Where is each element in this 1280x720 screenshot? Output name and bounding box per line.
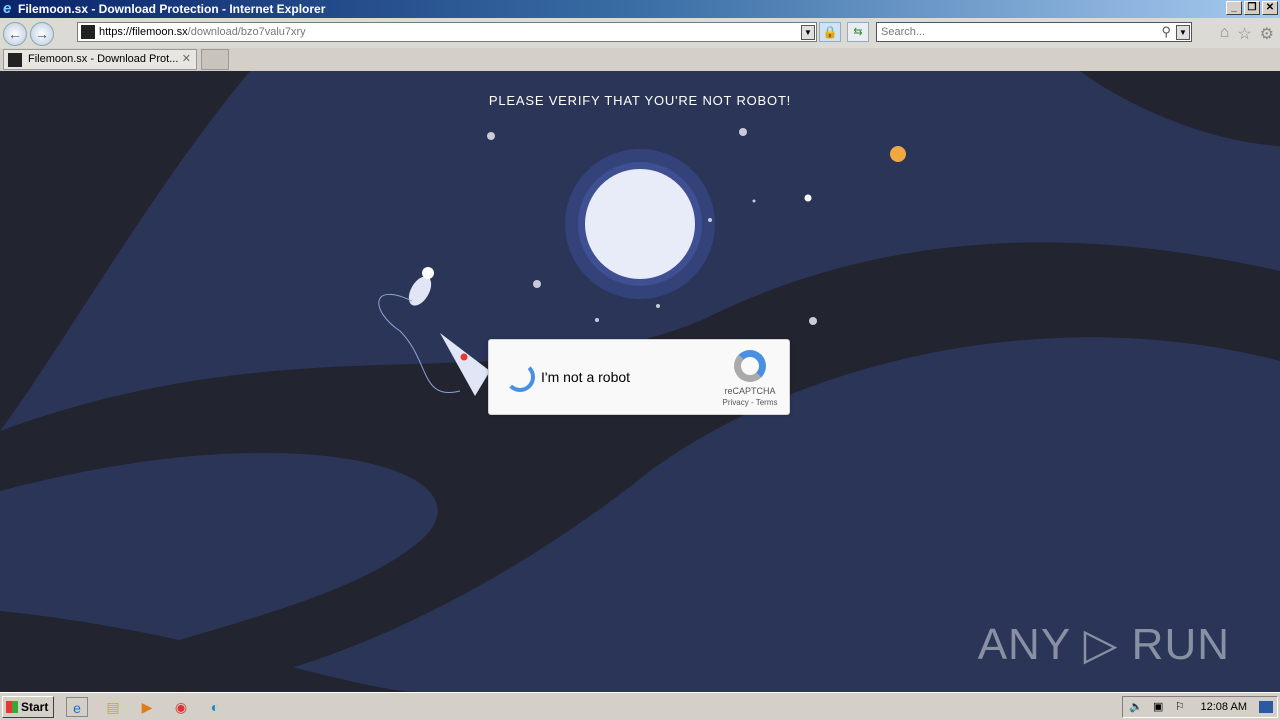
restore-button[interactable]: ❐ [1244, 1, 1260, 15]
tab-filemoon[interactable]: Filemoon.sx - Download Prot... ✕ [3, 49, 197, 70]
network-icon[interactable]: ▣ [1153, 697, 1163, 717]
dark-wave-top-right [1080, 71, 1280, 146]
ie-logo-icon: e [3, 0, 12, 17]
lock-icon[interactable]: 🔒 [819, 22, 841, 42]
start-label: Start [21, 700, 49, 714]
search-placeholder: Search... [881, 26, 926, 38]
windows-logo-icon [6, 701, 18, 713]
recaptcha-widget: I'm not a robot reCAPTCHA Privacy - Term… [488, 339, 790, 415]
refresh-button[interactable]: ⇆ [847, 22, 869, 42]
page-content: PLEASE VERIFY THAT YOU'RE NOT ROBOT! I'm… [0, 71, 1280, 692]
recaptcha-brand: reCAPTCHA [724, 386, 776, 396]
address-dropdown-button[interactable]: ▼ [801, 25, 815, 40]
captcha-checkbox-spinner[interactable] [505, 362, 535, 392]
chrome-taskbar-icon[interactable]: ◉ [170, 697, 192, 717]
title-bar: e Filemoon.sx - Download Protection - In… [0, 0, 1280, 18]
system-tray: 🔈 ▣ ⚐ 12:08 AM [1122, 696, 1278, 718]
gear-icon[interactable]: ⚙ [1260, 24, 1274, 44]
new-tab-button[interactable] [201, 49, 229, 70]
dark-wave-left [0, 71, 250, 431]
privacy-link[interactable]: Privacy [723, 398, 749, 407]
explorer-taskbar-icon[interactable]: ▤ [102, 697, 124, 717]
ie-taskbar-icon[interactable]: e [66, 697, 88, 717]
captcha-label: I'm not a robot [541, 369, 631, 385]
site-favicon-icon [81, 25, 95, 39]
tab-label: Filemoon.sx - Download Prot... [28, 53, 179, 65]
search-icon[interactable]: ⚲ [1161, 24, 1171, 40]
flag-icon[interactable]: ⚐ [1175, 697, 1185, 717]
close-tab-icon[interactable]: ✕ [182, 50, 191, 69]
recaptcha-logo-icon [734, 350, 766, 382]
terms-link[interactable]: Terms [756, 398, 778, 407]
anyrun-watermark: ANY ▷ RUN [977, 620, 1230, 669]
page-heading: PLEASE VERIFY THAT YOU'RE NOT ROBOT! [488, 93, 792, 108]
search-dropdown-button[interactable]: ▼ [1176, 25, 1190, 40]
start-button[interactable]: Start [2, 696, 54, 718]
close-button[interactable]: ✕ [1262, 1, 1278, 15]
edge-taskbar-icon[interactable]: ◐ [204, 697, 226, 717]
tab-bar: Filemoon.sx - Download Prot... ✕ [0, 48, 1280, 71]
favorites-star-icon[interactable]: ☆ [1237, 24, 1251, 44]
forward-button[interactable]: → [30, 22, 54, 46]
media-player-taskbar-icon[interactable]: ▶ [136, 697, 158, 717]
volume-icon[interactable]: 🔈 [1129, 697, 1143, 717]
navigation-bar: ← → https://filemoon.sx/download/bzo7val… [0, 18, 1280, 48]
minimize-button[interactable]: _ [1226, 1, 1242, 15]
planet [890, 146, 906, 162]
show-desktop-icon[interactable] [1259, 701, 1273, 713]
tab-favicon-icon [8, 53, 22, 67]
moon [585, 169, 695, 279]
window-title: Filemoon.sx - Download Protection - Inte… [18, 2, 326, 16]
search-input[interactable]: Search... ⚲ ▼ [876, 22, 1192, 42]
back-button[interactable]: ← [3, 22, 27, 46]
address-bar[interactable]: https://filemoon.sx/download/bzo7valu7xr… [77, 22, 817, 42]
clock[interactable]: 12:08 AM [1201, 697, 1247, 717]
url-path: /download/bzo7valu7xry [187, 26, 306, 38]
url-host: https://filemoon.sx [99, 26, 188, 38]
link-separator: - [748, 398, 756, 407]
home-icon[interactable]: ⌂ [1220, 24, 1230, 44]
taskbar: Start e ▤ ▶ ◉ ◐ 🔈 ▣ ⚐ 12:08 AM [0, 692, 1280, 720]
